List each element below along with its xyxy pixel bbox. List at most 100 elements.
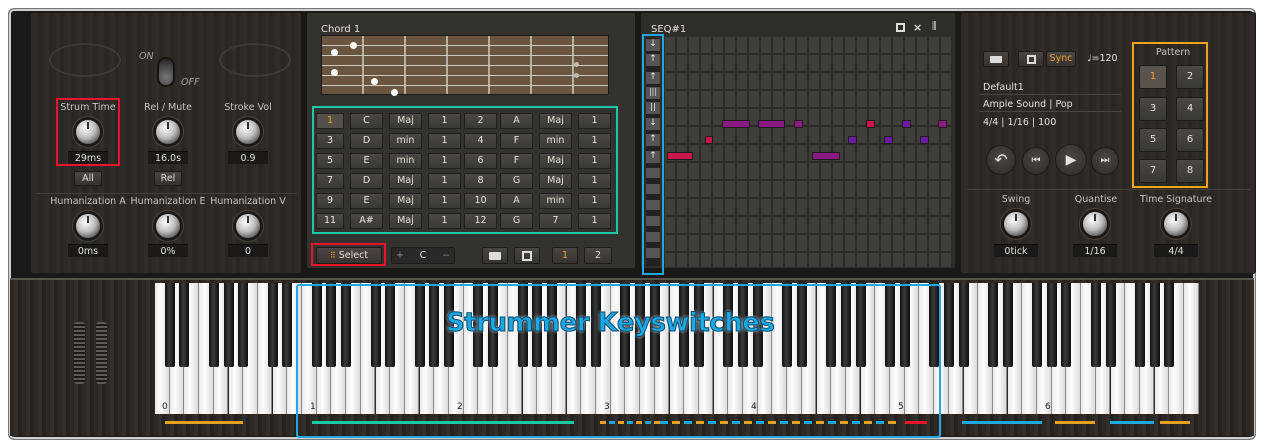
fret-dot xyxy=(371,78,378,85)
undo-icon: ↶ xyxy=(994,150,1008,169)
select-highlight xyxy=(311,243,386,266)
humanization-e-label: Humanization E xyxy=(130,196,206,207)
black-key[interactable] xyxy=(1061,283,1072,367)
sync-button[interactable]: Sync xyxy=(1046,51,1076,67)
swing-value[interactable]: 0tick xyxy=(994,244,1038,257)
seq-note[interactable] xyxy=(902,120,911,128)
humanization-e-knob[interactable] xyxy=(156,214,180,238)
humanization-a-label: Humanization A xyxy=(50,196,126,207)
divider xyxy=(967,189,1251,190)
strum-time-highlight xyxy=(56,98,120,166)
chord-page-2[interactable]: 2 xyxy=(584,247,612,264)
next-button[interactable]: ⏭ xyxy=(1091,147,1119,175)
black-key[interactable] xyxy=(179,283,190,367)
seq-note[interactable] xyxy=(812,152,840,160)
fret-dot xyxy=(350,42,357,49)
humanization-a-knob[interactable] xyxy=(76,214,100,238)
fretboard[interactable] xyxy=(321,35,609,96)
humanization-v-value[interactable]: 0 xyxy=(228,244,268,257)
swing-label: Swing xyxy=(1001,194,1031,205)
plus-icon[interactable]: + xyxy=(396,248,404,263)
rel-mute-knob[interactable] xyxy=(156,120,180,144)
save-preset-button[interactable] xyxy=(1018,51,1044,67)
open-folder-button[interactable] xyxy=(482,247,508,264)
keyswitch-title: Strummer Keyswitches xyxy=(445,308,775,339)
seq-note[interactable] xyxy=(758,120,785,128)
stroke-vol-knob[interactable] xyxy=(236,120,260,144)
fret-dot xyxy=(574,62,579,67)
black-key[interactable] xyxy=(1046,283,1057,367)
black-key[interactable] xyxy=(208,283,219,367)
mod-wheel[interactable] xyxy=(96,322,107,384)
all-button[interactable]: All xyxy=(74,171,102,186)
preset-meter[interactable]: 4/4 | 1/16 | 100 xyxy=(983,117,1056,128)
seq-close-icon[interactable]: × xyxy=(913,21,922,34)
seq-note[interactable] xyxy=(938,120,947,128)
open-button[interactable] xyxy=(983,51,1009,67)
key-selector[interactable]: + C − xyxy=(391,247,455,264)
fret-dot xyxy=(331,69,338,76)
white-key[interactable] xyxy=(1184,283,1199,414)
rel-mute-value[interactable]: 16.0s xyxy=(148,151,188,164)
seq-note[interactable] xyxy=(920,136,929,144)
seq-note[interactable] xyxy=(848,136,857,144)
time-signature-knob[interactable] xyxy=(1164,212,1188,236)
rel-button[interactable]: Rel xyxy=(154,171,182,186)
undo-button[interactable]: ↶ xyxy=(986,145,1016,175)
black-key[interactable] xyxy=(1090,283,1101,367)
black-key[interactable] xyxy=(943,283,954,367)
black-key[interactable] xyxy=(267,283,278,367)
preset-separator xyxy=(979,94,1121,95)
humanization-v-knob[interactable] xyxy=(236,214,260,238)
black-key[interactable] xyxy=(282,283,293,367)
seq-note[interactable] xyxy=(884,136,893,144)
black-key[interactable] xyxy=(1134,283,1145,367)
save-icon xyxy=(1026,55,1036,64)
seq-note[interactable] xyxy=(667,152,693,160)
black-key[interactable] xyxy=(1164,283,1175,367)
humanization-e-value[interactable]: 0% xyxy=(148,244,188,257)
seq-copy-icon[interactable] xyxy=(896,23,905,32)
time-signature-value[interactable]: 4/4 xyxy=(1154,244,1198,257)
seq-note[interactable] xyxy=(705,136,713,144)
preset-library[interactable]: Ample Sound | Pop xyxy=(983,99,1073,110)
black-key[interactable] xyxy=(164,283,175,367)
black-key[interactable] xyxy=(1149,283,1160,367)
black-key[interactable] xyxy=(238,283,249,367)
fret-dot xyxy=(574,73,579,78)
divider xyxy=(37,193,297,194)
save-button[interactable] xyxy=(514,247,540,264)
seq-bars-icon[interactable]: ⫼ xyxy=(932,21,937,32)
sequencer-panel: SEQ#1 × ⫼ ↓ ↑ ↑ ||| || ↓ ↑ ↑ xyxy=(640,12,956,269)
black-key[interactable] xyxy=(1032,283,1042,367)
humanization-a-value[interactable]: 0ms xyxy=(68,244,108,257)
keyswitch-strip xyxy=(1055,421,1095,424)
stroke-vol-value[interactable]: 0.9 xyxy=(228,151,268,164)
folder-icon xyxy=(489,252,501,260)
swing-knob[interactable] xyxy=(1004,212,1028,236)
black-key[interactable] xyxy=(987,283,998,367)
seq-note[interactable] xyxy=(722,120,750,128)
fret-dot xyxy=(391,89,398,96)
chord-page-1[interactable]: 1 xyxy=(552,247,578,264)
seq-note[interactable] xyxy=(866,120,875,128)
seq-note[interactable] xyxy=(794,120,803,128)
pitch-wheel[interactable] xyxy=(74,322,85,384)
on-label: ON xyxy=(139,51,154,62)
keyswitch-strip xyxy=(165,421,243,424)
power-toggle[interactable] xyxy=(159,59,173,85)
quantise-value[interactable]: 1/16 xyxy=(1073,244,1117,257)
black-key[interactable] xyxy=(1105,283,1116,367)
play-button[interactable]: ▶ xyxy=(1055,144,1087,176)
black-key[interactable] xyxy=(958,283,969,367)
chord-title: Chord 1 xyxy=(321,24,361,35)
black-key[interactable] xyxy=(1002,283,1013,367)
seq-grid[interactable] xyxy=(665,37,952,267)
minus-icon[interactable]: − xyxy=(442,248,450,263)
tempo-display[interactable]: ♩=120 xyxy=(1087,53,1118,64)
previous-button[interactable]: ⏮ xyxy=(1022,147,1050,175)
quantise-knob[interactable] xyxy=(1083,212,1107,236)
preset-name[interactable]: Default1 xyxy=(983,82,1024,93)
stroke-vol-label: Stroke Vol xyxy=(224,102,272,113)
black-key[interactable] xyxy=(223,283,234,367)
